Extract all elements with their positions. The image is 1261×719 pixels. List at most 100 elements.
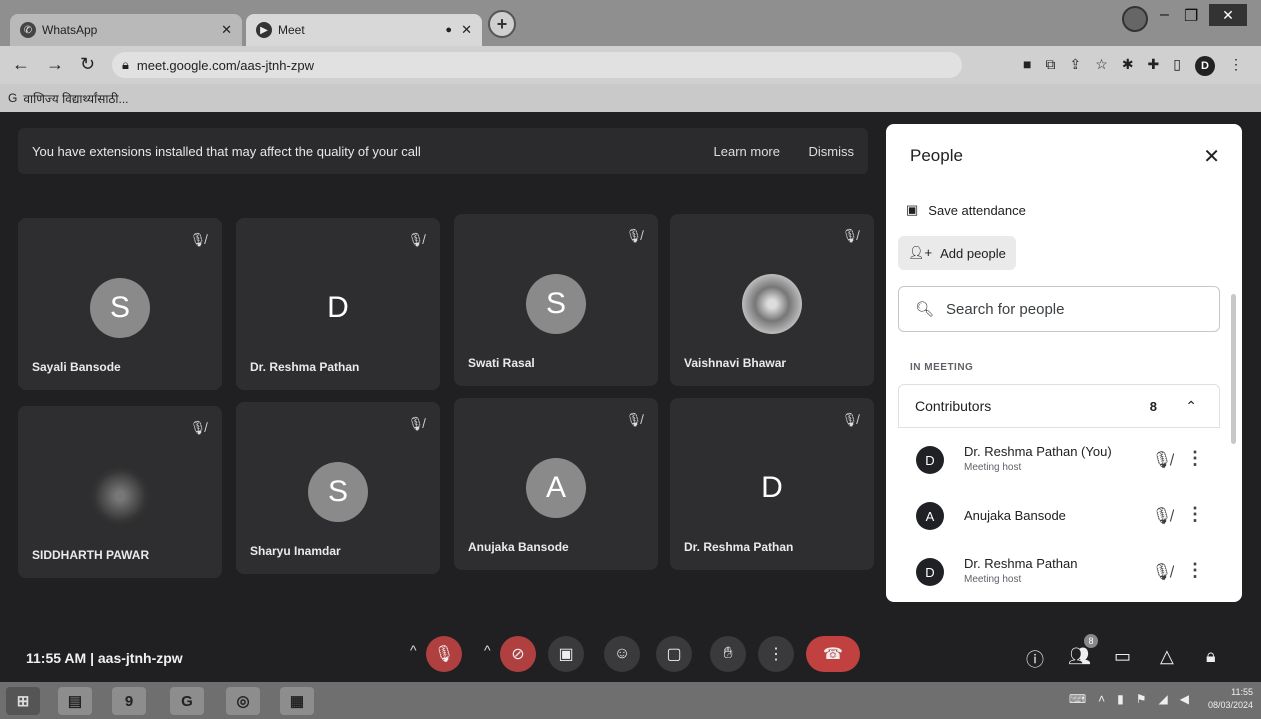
browser-tab-bar: ✆ WhatsApp ✕ ▶ Meet ● ✕ + – ❐ ✕ [0, 0, 1261, 46]
search-icon: 🔍︎ [915, 301, 935, 318]
battery-icon[interactable]: ▮ [1117, 692, 1124, 706]
more-options-icon[interactable]: ⋮ [1186, 448, 1204, 469]
dismiss-button[interactable]: Dismiss [809, 144, 855, 159]
sidepanel-icon[interactable]: ▯ [1173, 56, 1181, 76]
video-options-chevron-icon[interactable]: ^ [484, 642, 491, 658]
profile-avatar[interactable]: D [1195, 56, 1215, 76]
participant-tile[interactable]: 🎙︎̸ S Sayali Bansode [18, 218, 222, 390]
more-options-button[interactable]: ⋮ [758, 636, 794, 672]
avatar: D [761, 471, 783, 504]
scrollbar[interactable] [1231, 294, 1236, 444]
close-tab-icon[interactable]: ✕ [461, 22, 472, 38]
puzzle-icon[interactable]: ✚ [1148, 56, 1160, 76]
app-icon[interactable]: ▦ [280, 687, 314, 715]
window-close-button[interactable]: ✕ [1209, 4, 1247, 26]
tray-chevron-icon[interactable]: ˄ [1098, 692, 1105, 706]
participant-tile[interactable]: 🎙︎̸ S Sharyu Inamdar [236, 402, 440, 574]
participant-tile[interactable]: 🎙︎̸ A Anujaka Bansode [454, 398, 658, 570]
host-controls-icon[interactable]: 🔒︎ [1206, 646, 1216, 667]
mic-off-icon[interactable]: 🎙︎̸ [1152, 450, 1172, 470]
whatsapp-icon: ✆ [20, 22, 36, 38]
forward-icon[interactable]: → [46, 54, 64, 75]
chat-icon[interactable]: ▭ [1114, 646, 1131, 667]
file-explorer-icon[interactable]: ▤ [58, 687, 92, 715]
call-controls-bar: 11:55 AM | aas-jtnh-zpw ^ 🎙︎ ^ ⊘ ▣ ☺ ▢ ✋… [0, 622, 1261, 682]
screen: ✆ WhatsApp ✕ ▶ Meet ● ✕ + – ❐ ✕ ← → ↻ 🔒︎… [0, 0, 1261, 719]
start-icon[interactable]: ⊞ [6, 687, 40, 715]
participant-name: Sharyu Inamdar [250, 544, 341, 558]
share-icon[interactable]: ⇪ [1070, 56, 1082, 76]
lock-icon: 🔒︎ [122, 57, 129, 72]
audio-options-chevron-icon[interactable]: ^ [410, 642, 417, 658]
avatar: D [327, 291, 349, 324]
participant-tile[interactable]: 🎙︎̸ D Dr. Reshma Pathan [236, 218, 440, 390]
reactions-button[interactable]: ☺ [604, 636, 640, 672]
more-options-icon[interactable]: ⋮ [1186, 560, 1204, 581]
leave-call-button[interactable]: ☎︎ [806, 636, 860, 672]
participant-tile[interactable]: 🎙︎̸ Vaishnavi Bhawar [670, 214, 874, 386]
chevron-up-icon[interactable]: ⌃ [1185, 398, 1197, 415]
mic-toggle-button[interactable]: 🎙︎ [426, 636, 462, 672]
learn-more-link[interactable]: Learn more [714, 144, 780, 159]
more-options-icon[interactable]: ⋮ [1186, 504, 1204, 525]
participant-name: SIDDHARTH PAWAR [32, 548, 150, 562]
avatar [742, 274, 802, 334]
system-clock[interactable]: 11:55 08/03/2024 [1208, 686, 1253, 712]
section-label: IN MEETING [910, 362, 974, 373]
volume-icon[interactable]: ◀ [1180, 692, 1189, 706]
participant-tile[interactable]: 🎙︎̸ SIDDHARTH PAWAR [18, 406, 222, 578]
menu-icon[interactable]: ⋮ [1229, 56, 1243, 76]
add-people-button[interactable]: 👤︎+ Add people [898, 236, 1016, 270]
maximize-icon[interactable]: ❐ [1184, 6, 1198, 26]
avatar: A [916, 502, 944, 530]
address-bar-row: ← → ↻ 🔒︎ meet.google.com/aas-jtnh-zpw ■ … [0, 46, 1261, 84]
participant-tile[interactable]: 🎙︎̸ D Dr. Reshma Pathan [670, 398, 874, 570]
bookmark-item[interactable]: वाणिज्य विद्यार्थ्यांसाठी... [23, 90, 128, 107]
list-item: A Anujaka Bansode 🎙︎̸ ⋮ [898, 488, 1220, 544]
close-tab-icon[interactable]: ✕ [221, 22, 232, 38]
chrome-icon[interactable]: ◎ [226, 687, 260, 715]
activities-icon[interactable]: △ [1160, 646, 1174, 667]
banner-message: You have extensions installed that may a… [32, 143, 421, 159]
keyboard-icon[interactable]: ⌨ [1069, 692, 1086, 706]
people-icon[interactable]: 👥︎ [1068, 646, 1091, 667]
meeting-details-icon[interactable]: ⓘ [1026, 646, 1044, 672]
participant-tile[interactable]: 🎙︎̸ S Swati Rasal [454, 214, 658, 386]
participant-name: Dr. Reshma Pathan [250, 360, 360, 374]
save-icon: ▣ [906, 202, 919, 217]
close-panel-icon[interactable]: ✕ [1203, 144, 1220, 169]
app-icon[interactable]: G [170, 687, 204, 715]
mic-off-icon: 🎙︎̸ [841, 228, 858, 243]
network-icon[interactable]: ⚑ [1136, 692, 1147, 706]
recording-icon: ● [445, 24, 452, 36]
profile-icon[interactable] [1122, 6, 1148, 32]
present-button[interactable]: ▢ [656, 636, 692, 672]
captions-button[interactable]: ▣ [548, 636, 584, 672]
url-text: meet.google.com/aas-jtnh-zpw [136, 57, 314, 73]
minimize-icon[interactable]: – [1160, 6, 1169, 24]
extension-icon[interactable]: ✱ [1122, 56, 1134, 76]
avatar: D [916, 446, 944, 474]
mic-off-icon[interactable]: 🎙︎̸ [1152, 506, 1172, 526]
save-attendance-button[interactable]: ▣ Save attendance [906, 202, 1026, 218]
extension-icons: ■ ⧉ ⇪ ☆ ✱ ✚ ▯ D ⋮ [1023, 56, 1243, 76]
app-icon[interactable]: 9 [112, 687, 146, 715]
raise-hand-button[interactable]: ✋︎ [710, 636, 746, 672]
new-tab-button[interactable]: + [488, 10, 516, 38]
translate-icon[interactable]: ⧉ [1046, 56, 1056, 76]
camera-icon[interactable]: ■ [1023, 56, 1031, 76]
url-field[interactable]: 🔒︎ meet.google.com/aas-jtnh-zpw [112, 52, 962, 78]
search-people-input[interactable]: 🔍︎ Search for people [898, 286, 1220, 332]
tab-meet[interactable]: ▶ Meet ● ✕ [246, 14, 482, 46]
camera-toggle-button[interactable]: ⊘ [500, 636, 536, 672]
wifi-icon[interactable]: ◢ [1159, 692, 1168, 706]
contributors-header[interactable]: Contributors 8 ⌃ [898, 384, 1220, 428]
avatar [90, 466, 150, 526]
back-icon[interactable]: ← [12, 54, 30, 75]
bookmark-star-icon[interactable]: ☆ [1095, 56, 1108, 76]
tab-whatsapp[interactable]: ✆ WhatsApp ✕ [10, 14, 242, 46]
google-icon: G [8, 91, 18, 105]
avatar: S [526, 274, 586, 334]
reload-icon[interactable]: ↻ [80, 54, 95, 75]
mic-off-icon[interactable]: 🎙︎̸ [1152, 562, 1172, 582]
